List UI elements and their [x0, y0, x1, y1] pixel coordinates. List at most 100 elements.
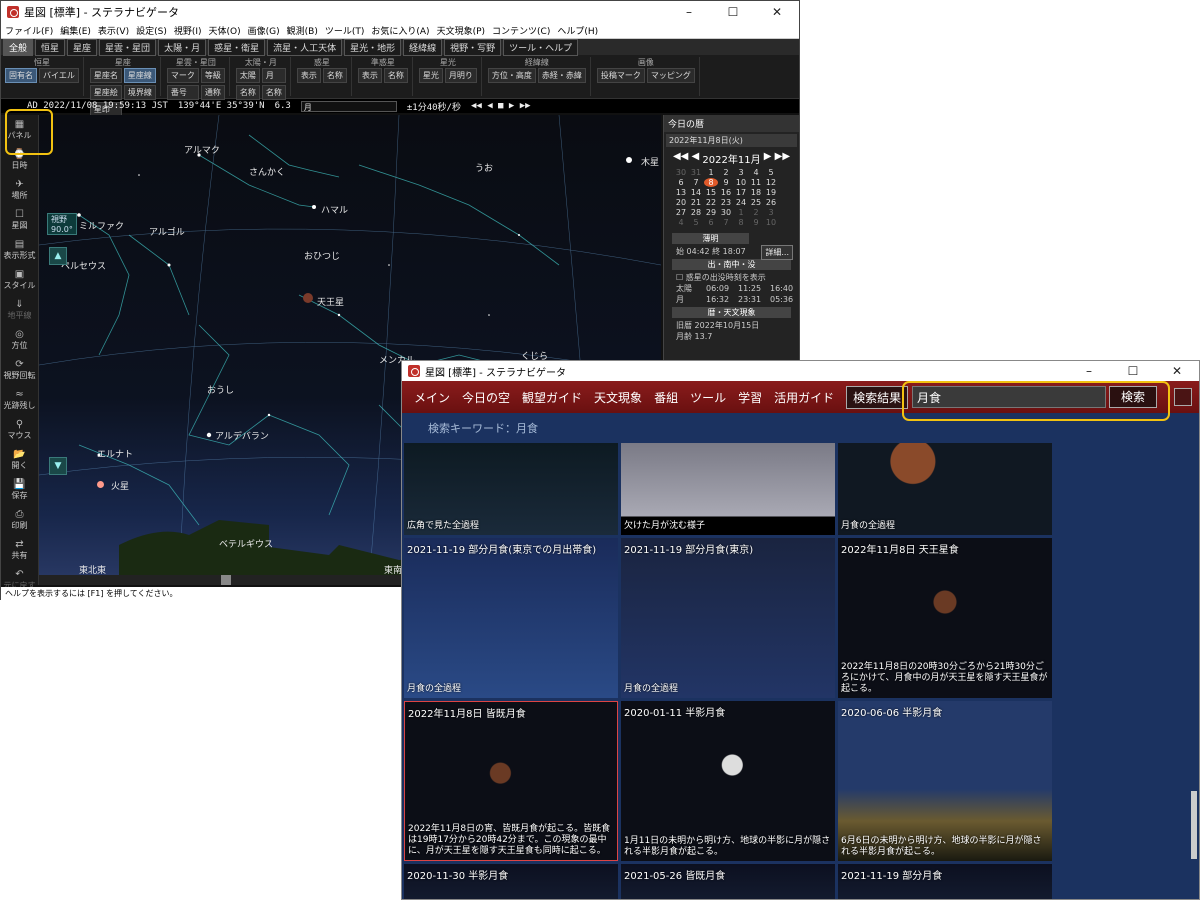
result-card[interactable]: 月食の全過程	[838, 443, 1052, 535]
nav-item[interactable]: 学習	[738, 389, 762, 406]
calendar-day[interactable]: 31	[689, 168, 703, 177]
search-button[interactable]: 検索	[1109, 386, 1157, 408]
calendar-day[interactable]: 8	[734, 218, 748, 227]
calendar-day[interactable]: 24	[734, 198, 748, 207]
nav-item[interactable]: 今日の空	[462, 389, 510, 406]
menu-item[interactable]: 編集(E)	[60, 24, 91, 37]
nav-item[interactable]: 観望ガイド	[522, 389, 582, 406]
ribbon-button[interactable]: 星座名	[89, 68, 122, 83]
menu-item[interactable]: ヘルプ(H)	[557, 24, 598, 37]
nav-item[interactable]: 活用ガイド	[774, 389, 834, 406]
menu-item[interactable]: 表示(V)	[98, 24, 129, 37]
result-card[interactable]: 2021-11-19 部分月食	[838, 864, 1052, 899]
calendar-day[interactable]: 8	[704, 178, 718, 187]
calendar-day[interactable]: 3	[734, 168, 748, 177]
result-card[interactable]: 2021-11-19 部分月食(東京) 月食の全過程	[621, 538, 835, 698]
ribbon-button[interactable]: マッピング	[646, 68, 695, 83]
target-select[interactable]: 月	[300, 100, 397, 112]
calendar-day[interactable]: 30	[674, 168, 688, 177]
ribbon-button[interactable]: 太陽	[235, 68, 260, 83]
result-card[interactable]: 広角で見た全過程	[404, 443, 618, 535]
sidebar-item[interactable]: ⎙ 印刷	[1, 505, 38, 535]
ribbon-tab[interactable]: ツール・ヘルプ	[503, 38, 579, 56]
calendar-day[interactable]: 2	[719, 168, 733, 177]
menu-item[interactable]: ツール(T)	[325, 24, 365, 37]
maximize-icon[interactable]: ☐	[1111, 364, 1155, 378]
sidebar-item[interactable]: ✈ 場所	[1, 175, 38, 205]
detail-button[interactable]: 詳細...	[761, 245, 793, 260]
calendar-day[interactable]: 9	[749, 218, 763, 227]
ribbon-button[interactable]: 名称	[261, 85, 286, 100]
ribbon-button[interactable]: 境界線	[123, 85, 156, 100]
calendar-day[interactable]: 5	[764, 168, 778, 177]
menu-item[interactable]: 設定(S)	[136, 24, 167, 37]
nav-item[interactable]: メイン	[414, 389, 450, 406]
ribbon-button[interactable]: 月明り	[444, 68, 477, 83]
calendar-day[interactable]: 30	[719, 208, 733, 217]
calendar-day[interactable]: 13	[674, 188, 688, 197]
ribbon-tab[interactable]: 星雲・星団	[99, 38, 157, 56]
calendar-day[interactable]: 27	[674, 208, 688, 217]
calendar-day[interactable]: 12	[764, 178, 778, 187]
nav-item[interactable]: 天文現象	[594, 389, 642, 406]
ribbon-button[interactable]: 表示	[296, 68, 321, 83]
result-card[interactable]: 2022年11月8日 天王星食 2022年11月8日の20時30分ごろから21時3…	[838, 538, 1052, 698]
ribbon-button[interactable]: 表示	[357, 68, 382, 83]
uranus-marker[interactable]	[303, 293, 313, 303]
sidebar-item[interactable]: ◎ 方位	[1, 325, 38, 355]
calendar-day[interactable]: 14	[689, 188, 703, 197]
sidebar-item[interactable]: ☐ 星図	[1, 205, 38, 235]
calendar-day[interactable]: 6	[704, 218, 718, 227]
ribbon-tab[interactable]: 全般	[3, 38, 34, 56]
menu-item[interactable]: ファイル(F)	[5, 24, 53, 37]
calendar-day[interactable]: 15	[704, 188, 718, 197]
calendar-day[interactable]: 3	[764, 208, 778, 217]
ribbon-button[interactable]: 等級	[200, 68, 225, 83]
nav-item[interactable]: 検索結果	[846, 385, 909, 409]
calendar-day[interactable]: 5	[689, 218, 703, 227]
menu-item[interactable]: コンテンツ(C)	[492, 24, 550, 37]
ribbon-button[interactable]: 投稿マーク	[596, 68, 645, 83]
ribbon-button[interactable]: 星座線	[123, 68, 156, 83]
menu-item[interactable]: 画像(G)	[248, 24, 280, 37]
playback-controls[interactable]: ◀◀ ◀ ■ ▶ ▶▶	[471, 101, 531, 111]
mag-readout[interactable]: 6.3	[275, 101, 291, 111]
menu-item[interactable]: 観測(B)	[287, 24, 318, 37]
ribbon-tab[interactable]: 恒星	[35, 38, 66, 56]
result-card[interactable]: 2021-11-19 部分月食(東京での月出帯食) 月食の全過程	[404, 538, 618, 698]
sidebar-item[interactable]: ▤ 表示形式	[1, 235, 38, 265]
menu-item[interactable]: 視野(I)	[174, 24, 202, 37]
sidebar-item[interactable]: ≈ 光跡残し	[1, 385, 38, 415]
sidebar-item[interactable]: ⇓ 地平線	[1, 295, 38, 325]
ribbon-tab[interactable]: 太陽・月	[158, 38, 207, 56]
ribbon-tab[interactable]: 星光・地形	[344, 38, 402, 56]
ribbon-button[interactable]: 名称	[235, 85, 260, 100]
ribbon-tab[interactable]: 流星・人工天体	[267, 38, 343, 56]
calendar-day[interactable]: 19	[764, 188, 778, 197]
sidebar-item[interactable]: ▣ スタイル	[1, 265, 38, 295]
result-card[interactable]: 2022年11月8日 皆既月食 2022年11月8日の宵、皆既月食が起こる。皆既食…	[404, 701, 618, 861]
zoom-up-icon[interactable]: ▲	[49, 247, 67, 265]
nav-item[interactable]: ツール	[690, 389, 726, 406]
ribbon-button[interactable]: 月	[261, 68, 286, 83]
calendar-day[interactable]: 17	[734, 188, 748, 197]
ribbon-button[interactable]: 星光	[418, 68, 443, 83]
result-card[interactable]: 2020-11-30 半影月食	[404, 864, 618, 899]
calendar-day[interactable]: 10	[764, 218, 778, 227]
scroll-thumb[interactable]	[221, 575, 231, 585]
calendar-day[interactable]: 4	[674, 218, 688, 227]
calendar-day[interactable]: 22	[704, 198, 718, 207]
calendar-day[interactable]: 18	[749, 188, 763, 197]
step-select[interactable]: ±1分40秒/秒	[407, 100, 461, 113]
ribbon-button[interactable]: 通称	[200, 85, 225, 100]
ribbon-button[interactable]: 固有名	[5, 68, 37, 83]
calendar-day[interactable]: 7	[719, 218, 733, 227]
calendar-day[interactable]: 1	[734, 208, 748, 217]
calendar-day[interactable]: 29	[704, 208, 718, 217]
result-card[interactable]: 2020-01-11 半影月食 1月11日の未明から明け方、地球の半影に月が隠され…	[621, 701, 835, 861]
calendar-day[interactable]: 2	[749, 208, 763, 217]
result-card[interactable]: 2020-06-06 半影月食 6月6日の未明から明け方、地球の半影に月が隠される…	[838, 701, 1052, 861]
result-card[interactable]: 2021-05-26 皆既月食	[621, 864, 835, 899]
calendar-day[interactable]: 26	[764, 198, 778, 207]
prev-month-icon[interactable]: ◀◀ ◀	[673, 151, 702, 166]
